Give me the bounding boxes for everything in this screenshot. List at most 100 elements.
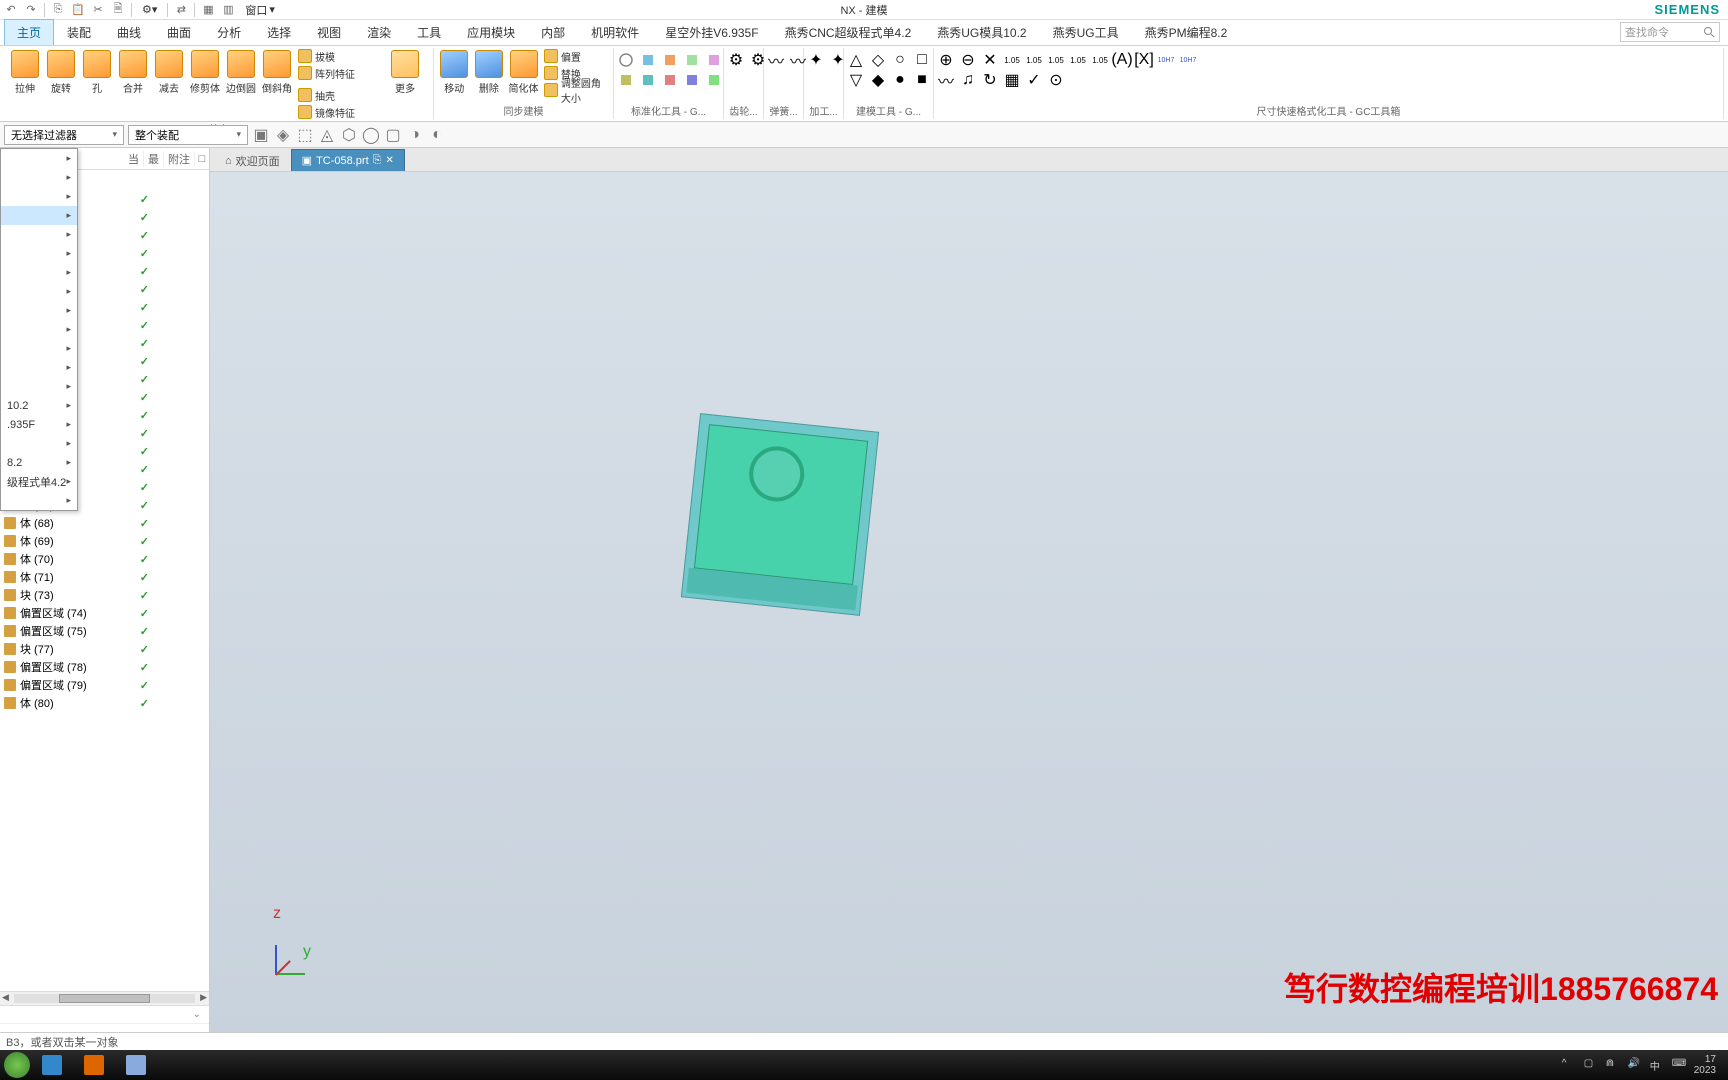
filter-tool-icon[interactable]: ⬚	[296, 126, 314, 144]
layout2-icon[interactable]: ▥	[221, 3, 235, 17]
tree-node[interactable]: 偏置区域 (74)✓	[0, 604, 209, 622]
part-tab[interactable]: ▣ TC-058.prt ⎘ ✕	[291, 149, 405, 171]
dim-tool-icon[interactable]: ✓	[1026, 72, 1042, 88]
layout1-icon[interactable]: ▦	[201, 3, 215, 17]
tree-node[interactable]: 偏置区域 (78)✓	[0, 658, 209, 676]
filter-tool-icon[interactable]: ▢	[384, 126, 402, 144]
draft-button[interactable]: 拔模	[296, 48, 386, 64]
tab-yanxiu-cnc[interactable]: 燕秀CNC超级程式单4.2	[772, 19, 925, 45]
doc-icon[interactable]: 🗎	[111, 3, 125, 17]
tree-node[interactable]: 偏置区域 (79)✓	[0, 676, 209, 694]
tray-keyboard-icon[interactable]: ⌨	[1672, 1058, 1686, 1072]
menu-item[interactable]	[1, 244, 77, 263]
horizontal-scrollbar[interactable]: ◀ ▶	[0, 991, 209, 1005]
tree-node[interactable]: 体 (68)✓	[0, 514, 209, 532]
tab-xingkong[interactable]: 星空外挂V6.935F	[652, 19, 771, 45]
menu-item[interactable]: 10.2	[1, 396, 77, 415]
model-tool-icon[interactable]: □	[914, 52, 930, 68]
dim-tool-icon[interactable]: 1.05	[1070, 52, 1086, 68]
menu-item[interactable]	[1, 339, 77, 358]
model-tool-icon[interactable]: ●	[892, 72, 908, 88]
menu-item[interactable]: 级程式单4.2	[1, 472, 77, 491]
tool-icon[interactable]	[640, 52, 656, 68]
tab-assembly[interactable]: 装配	[54, 19, 104, 45]
pin-icon[interactable]: ⎘	[373, 154, 382, 167]
tab-app-module[interactable]: 应用模块	[454, 19, 528, 45]
copy-icon[interactable]: ⎘	[51, 3, 65, 17]
spring-tool-icon[interactable]: 〰	[768, 52, 784, 68]
menu-item[interactable]: 8.2	[1, 453, 77, 472]
dim-tool-icon[interactable]: 10H7	[1180, 52, 1196, 68]
extrude-button[interactable]: 拉伸	[8, 48, 42, 95]
menu-item[interactable]	[1, 225, 77, 244]
tab-analysis[interactable]: 分析	[204, 19, 254, 45]
cut-icon[interactable]: ✂	[91, 3, 105, 17]
redo-icon[interactable]: ↷	[24, 3, 38, 17]
tab-yanxiu-ug-tool[interactable]: 燕秀UG工具	[1040, 19, 1132, 45]
dim-tool-icon[interactable]: ⊕	[938, 52, 954, 68]
hole-button[interactable]: 孔	[80, 48, 114, 95]
tray-ime-icon[interactable]: 中	[1650, 1058, 1664, 1072]
tree-node[interactable]: 体 (71)✓	[0, 568, 209, 586]
filter-tool-icon[interactable]: ◈	[274, 126, 292, 144]
menu-item[interactable]: .935F	[1, 415, 77, 434]
dim-tool-icon[interactable]: 1.05	[1092, 52, 1108, 68]
machining-tool-icon[interactable]: ✦	[808, 52, 824, 68]
tray-wifi-icon[interactable]: ⋒	[1606, 1058, 1620, 1072]
tree-node[interactable]: 体 (69)✓	[0, 532, 209, 550]
close-tab-icon[interactable]: ✕	[385, 155, 393, 166]
delete-button[interactable]: 删除	[473, 48, 506, 95]
dim-tool-icon[interactable]: ✕	[982, 52, 998, 68]
tree-node[interactable]: 偏置区域 (75)✓	[0, 622, 209, 640]
menu-item[interactable]	[1, 377, 77, 396]
dim-tool-icon[interactable]: ⊙	[1048, 72, 1064, 88]
switch-icon[interactable]: ⇄	[174, 3, 188, 17]
selection-filter-dropdown[interactable]: 无选择过滤器	[4, 125, 124, 145]
more-button[interactable]: 更多	[388, 48, 422, 95]
tool-icon[interactable]	[618, 52, 634, 68]
menu-item[interactable]	[1, 320, 77, 339]
tab-yanxiu-ug-mold[interactable]: 燕秀UG模具10.2	[924, 19, 1039, 45]
tab-select[interactable]: 选择	[254, 19, 304, 45]
window-dropdown[interactable]: 窗口▾	[241, 2, 279, 18]
task-app-button[interactable]	[74, 1052, 114, 1078]
tab-internal[interactable]: 内部	[528, 19, 578, 45]
tree-node[interactable]: 体 (80)✓	[0, 694, 209, 712]
chamfer-button[interactable]: 倒斜角	[260, 48, 294, 95]
tool-icon[interactable]	[618, 72, 634, 88]
settings-dropdown[interactable]: ⚙▾	[138, 3, 161, 16]
tab-home[interactable]: 主页	[4, 19, 54, 45]
filter-tool-icon[interactable]: ◑	[406, 126, 424, 144]
filter-tool-icon[interactable]: ⬡	[340, 126, 358, 144]
model-tool-icon[interactable]: ○	[892, 52, 908, 68]
graphics-viewport[interactable]: z y 笃行数控编程培训1885766874	[210, 172, 1728, 1060]
resize-blend-button[interactable]: 调整圆角大小	[542, 82, 609, 98]
menu-item[interactable]	[1, 149, 77, 168]
tray-clock[interactable]: 17 2023	[1694, 1054, 1716, 1076]
model-tool-icon[interactable]: ◇	[870, 52, 886, 68]
dim-tool-icon[interactable]: ↻	[982, 72, 998, 88]
tree-node[interactable]: 块 (77)✓	[0, 640, 209, 658]
tab-tools[interactable]: 工具	[404, 19, 454, 45]
tab-view[interactable]: 视图	[304, 19, 354, 45]
tool-icon[interactable]	[706, 72, 722, 88]
task-app-button[interactable]	[32, 1052, 72, 1078]
move-button[interactable]: 移动	[438, 48, 471, 95]
undo-icon[interactable]: ↶	[4, 3, 18, 17]
tray-up-icon[interactable]: ^	[1562, 1058, 1576, 1072]
revolve-button[interactable]: 旋转	[44, 48, 78, 95]
menu-item[interactable]	[1, 358, 77, 377]
unite-button[interactable]: 合并	[116, 48, 150, 95]
simplify-button[interactable]: 简化体	[507, 48, 540, 95]
menu-item[interactable]	[1, 491, 77, 510]
tab-surface[interactable]: 曲面	[154, 19, 204, 45]
filter-tool-icon[interactable]: ◐	[428, 126, 446, 144]
menu-item[interactable]	[1, 206, 77, 225]
tool-icon[interactable]	[684, 52, 700, 68]
tab-render[interactable]: 渲染	[354, 19, 404, 45]
dim-tool-icon[interactable]: 1.05	[1048, 52, 1064, 68]
welcome-tab[interactable]: ⌂ 欢迎页面	[214, 149, 291, 171]
model-tool-icon[interactable]: △	[848, 52, 864, 68]
tool-icon[interactable]	[640, 72, 656, 88]
offset-button[interactable]: 偏置	[542, 48, 609, 64]
